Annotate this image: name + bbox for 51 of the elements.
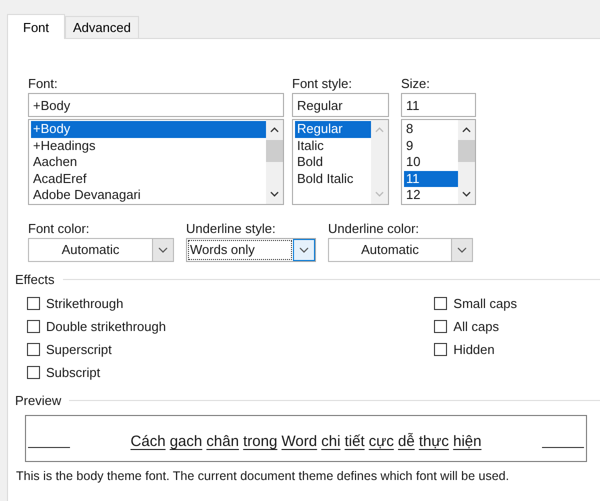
field-label: Size: bbox=[401, 76, 431, 93]
checkbox[interactable]: Strikethrough bbox=[27, 295, 166, 312]
scroll-thumb[interactable] bbox=[266, 140, 283, 162]
group-title: Preview bbox=[15, 393, 62, 408]
list-item[interactable]: Bold Italic bbox=[295, 170, 371, 187]
list-item[interactable]: AcadEref bbox=[31, 170, 266, 187]
list-item[interactable]: Italic bbox=[295, 138, 371, 154]
field-label: Font style: bbox=[292, 76, 353, 93]
group-title: Effects bbox=[15, 272, 55, 287]
list-item[interactable]: 10 bbox=[404, 154, 458, 170]
input-field[interactable]: Regular bbox=[292, 93, 389, 117]
checkbox[interactable]: All caps bbox=[434, 318, 517, 335]
field-label: Underline color: bbox=[328, 221, 420, 238]
input-field[interactable]: +Body bbox=[28, 93, 284, 117]
checkbox[interactable]: Subscript bbox=[27, 364, 166, 381]
list-box[interactable]: 8 9 10 11 12 bbox=[401, 119, 476, 205]
checkbox[interactable]: Double strikethrough bbox=[27, 318, 166, 335]
chevron-down-icon bbox=[158, 247, 168, 253]
chevron-down-icon bbox=[457, 247, 467, 253]
list-item[interactable]: +Headings bbox=[31, 138, 266, 154]
list-item[interactable]: 8 bbox=[404, 121, 458, 138]
list-item[interactable]: Regular bbox=[295, 121, 371, 138]
list-item[interactable]: 9 bbox=[404, 138, 458, 154]
dropdown[interactable]: Automatic bbox=[28, 238, 174, 262]
checkbox[interactable]: Small caps bbox=[434, 295, 517, 312]
list-item[interactable]: 12 bbox=[404, 187, 458, 204]
sample-line bbox=[28, 447, 70, 448]
field-label: Font color: bbox=[28, 221, 90, 238]
list-item[interactable]: 11 bbox=[404, 170, 458, 187]
description-text: This is the body theme font. The current document theme defines which font will be used. bbox=[16, 469, 510, 483]
checkbox[interactable]: Superscript bbox=[27, 341, 166, 358]
list-box[interactable]: +Body +Headings Aachen AcadEref Adobe Devanagari bbox=[28, 119, 284, 205]
list-item[interactable]: Bold bbox=[295, 154, 371, 170]
scrollbar[interactable] bbox=[266, 120, 283, 204]
sample-line bbox=[542, 447, 584, 448]
dropdown[interactable]: Automatic bbox=[328, 238, 473, 262]
input-field[interactable]: 11 bbox=[401, 93, 476, 117]
dropdown[interactable]: Words only bbox=[186, 238, 316, 262]
scrollbar[interactable] bbox=[458, 120, 475, 204]
list-item[interactable]: Adobe Devanagari bbox=[31, 187, 266, 204]
preview-text: Cách gach chân trong Word chi tiết cực dễ thực hiện bbox=[130, 433, 482, 450]
chevron-down-icon bbox=[299, 247, 309, 253]
tab[interactable]: Font bbox=[7, 14, 66, 39]
scroll-thumb[interactable] bbox=[458, 140, 475, 162]
list-item[interactable]: Aachen bbox=[31, 154, 266, 170]
list-box[interactable]: Regular Italic Bold Bold Italic bbox=[292, 119, 389, 205]
field-label: Font: bbox=[28, 76, 59, 93]
tab[interactable]: Advanced bbox=[65, 16, 139, 38]
field-label: Underline style: bbox=[186, 221, 277, 238]
checkbox[interactable]: Hidden bbox=[434, 341, 517, 358]
list-item[interactable]: +Body bbox=[31, 121, 266, 138]
